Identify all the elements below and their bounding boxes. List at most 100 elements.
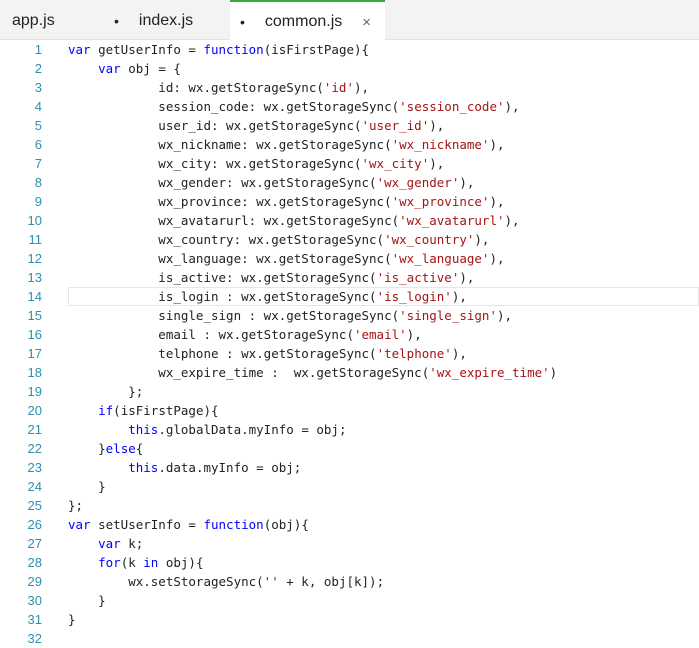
keyword: var (98, 536, 121, 551)
tab-common-js[interactable]: • common.js × (230, 0, 385, 40)
code-line[interactable]: 27 var k; (0, 534, 699, 553)
code-line[interactable]: 8 wx_gender: wx.getStorageSync('wx_gende… (0, 173, 699, 192)
line-number: 8 (0, 173, 42, 192)
keyword: this (128, 460, 158, 475)
line-number: 3 (0, 78, 42, 97)
string-literal: '' (264, 574, 279, 589)
string-literal: 'single_sign' (399, 308, 497, 323)
code-text: single_sign : wx.getStorageSync('single_… (68, 306, 512, 325)
string-literal: 'email' (354, 327, 407, 342)
code-line[interactable]: 10 wx_avatarurl: wx.getStorageSync('wx_a… (0, 211, 699, 230)
line-number: 21 (0, 420, 42, 439)
string-literal: 'id' (324, 80, 354, 95)
line-number: 24 (0, 477, 42, 496)
code-line[interactable]: 12 wx_language: wx.getStorageSync('wx_la… (0, 249, 699, 268)
close-icon[interactable]: × (362, 12, 371, 31)
line-number: 32 (0, 629, 42, 648)
keyword: for (98, 555, 121, 570)
code-line[interactable]: 11 wx_country: wx.getStorageSync('wx_cou… (0, 230, 699, 249)
modified-dot-icon: • (114, 11, 119, 29)
keyword: var (68, 517, 91, 532)
string-literal: 'wx_country' (384, 232, 474, 247)
code-text: wx.setStorageSync('' + k, obj[k]); (68, 572, 384, 591)
line-number: 11 (0, 230, 42, 249)
code-text: wx_nickname: wx.getStorageSync('wx_nickn… (68, 135, 505, 154)
code-line[interactable]: 31} (0, 610, 699, 629)
line-number: 13 (0, 268, 42, 287)
string-literal: 'telphone' (377, 346, 452, 361)
line-number: 31 (0, 610, 42, 629)
code-line[interactable]: 26var setUserInfo = function(obj){ (0, 515, 699, 534)
line-number: 14 (0, 287, 42, 306)
tab-bar: app.js • index.js • common.js × (0, 0, 699, 40)
code-text: }else{ (68, 439, 143, 458)
line-number: 5 (0, 116, 42, 135)
code-text: var k; (68, 534, 143, 553)
code-line[interactable]: 24 } (0, 477, 699, 496)
line-number: 20 (0, 401, 42, 420)
modified-dot-icon: • (240, 12, 245, 30)
line-number: 7 (0, 154, 42, 173)
code-text: is_login : wx.getStorageSync('is_login')… (68, 287, 467, 306)
code-line[interactable]: 32 (0, 629, 699, 648)
code-line[interactable]: 22 }else{ (0, 439, 699, 458)
code-line[interactable]: 25}; (0, 496, 699, 515)
code-line[interactable]: 5 user_id: wx.getStorageSync('user_id'), (0, 116, 699, 135)
tab-app-js[interactable]: app.js (0, 0, 100, 39)
code-line[interactable]: 28 for(k in obj){ (0, 553, 699, 572)
keyword: function (203, 517, 263, 532)
line-number: 4 (0, 97, 42, 116)
line-number: 27 (0, 534, 42, 553)
code-text: id: wx.getStorageSync('id'), (68, 78, 369, 97)
code-line[interactable]: 16 email : wx.getStorageSync('email'), (0, 325, 699, 344)
code-text: session_code: wx.getStorageSync('session… (68, 97, 520, 116)
line-number: 1 (0, 40, 42, 59)
code-line[interactable]: 6 wx_nickname: wx.getStorageSync('wx_nic… (0, 135, 699, 154)
string-literal: 'wx_city' (362, 156, 430, 171)
keyword: if (98, 403, 113, 418)
code-line[interactable]: 1var getUserInfo = function(isFirstPage)… (0, 40, 699, 59)
code-line[interactable]: 3 id: wx.getStorageSync('id'), (0, 78, 699, 97)
code-text: this.data.myInfo = obj; (68, 458, 301, 477)
string-literal: 'wx_nickname' (392, 137, 490, 152)
code-line[interactable]: 14 is_login : wx.getStorageSync('is_logi… (0, 287, 699, 306)
keyword: else (106, 441, 136, 456)
code-line[interactable]: 29 wx.setStorageSync('' + k, obj[k]); (0, 572, 699, 591)
line-number: 18 (0, 363, 42, 382)
code-line[interactable]: 30 } (0, 591, 699, 610)
string-literal: 'wx_gender' (377, 175, 460, 190)
code-line[interactable]: 17 telphone : wx.getStorageSync('telphon… (0, 344, 699, 363)
code-line[interactable]: 13 is_active: wx.getStorageSync('is_acti… (0, 268, 699, 287)
code-text: email : wx.getStorageSync('email'), (68, 325, 422, 344)
code-line[interactable]: 21 this.globalData.myInfo = obj; (0, 420, 699, 439)
line-number: 17 (0, 344, 42, 363)
code-text: if(isFirstPage){ (68, 401, 219, 420)
line-number: 15 (0, 306, 42, 325)
code-text: this.globalData.myInfo = obj; (68, 420, 346, 439)
line-number: 19 (0, 382, 42, 401)
keyword: function (203, 42, 263, 57)
code-text: var setUserInfo = function(obj){ (68, 515, 309, 534)
tab-index-js[interactable]: • index.js (100, 0, 230, 39)
line-number: 23 (0, 458, 42, 477)
code-text: wx_language: wx.getStorageSync('wx_langu… (68, 249, 505, 268)
code-text: wx_expire_time : wx.getStorageSync('wx_e… (68, 363, 557, 382)
code-line[interactable]: 18 wx_expire_time : wx.getStorageSync('w… (0, 363, 699, 382)
string-literal: 'wx_expire_time' (429, 365, 549, 380)
line-number: 10 (0, 211, 42, 230)
code-line[interactable]: 2 var obj = { (0, 59, 699, 78)
code-text: } (68, 591, 106, 610)
code-editor[interactable]: 1var getUserInfo = function(isFirstPage)… (0, 40, 699, 646)
code-line[interactable]: 7 wx_city: wx.getStorageSync('wx_city'), (0, 154, 699, 173)
code-text: wx_city: wx.getStorageSync('wx_city'), (68, 154, 444, 173)
code-line[interactable]: 20 if(isFirstPage){ (0, 401, 699, 420)
code-line[interactable]: 4 session_code: wx.getStorageSync('sessi… (0, 97, 699, 116)
code-line[interactable]: 23 this.data.myInfo = obj; (0, 458, 699, 477)
code-line[interactable]: 9 wx_province: wx.getStorageSync('wx_pro… (0, 192, 699, 211)
code-line[interactable]: 15 single_sign : wx.getStorageSync('sing… (0, 306, 699, 325)
code-line[interactable]: 19 }; (0, 382, 699, 401)
line-number: 22 (0, 439, 42, 458)
line-number: 2 (0, 59, 42, 78)
line-number: 9 (0, 192, 42, 211)
string-literal: 'is_active' (377, 270, 460, 285)
